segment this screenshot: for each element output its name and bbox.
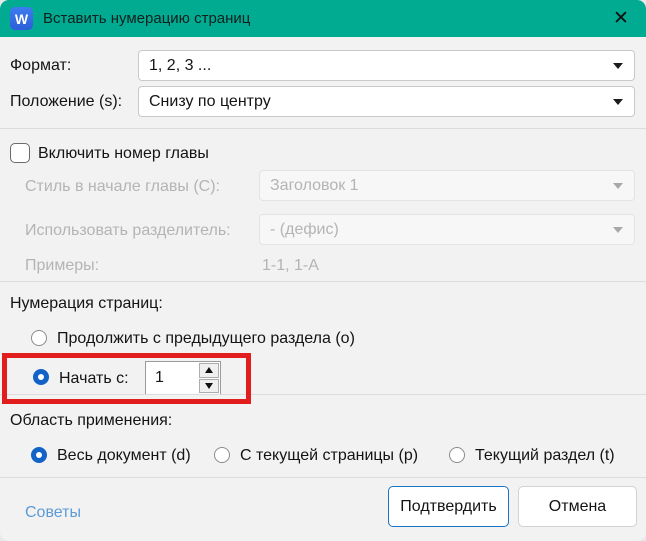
separator-select: - (дефис) [259,214,635,245]
scope-section-label: Область применения: [10,412,173,429]
continue-from-previous-radio[interactable] [31,330,47,346]
divider [0,477,646,478]
whole-document-radio[interactable] [31,447,47,463]
wps-writer-icon: W [10,7,33,30]
from-current-page-radio[interactable] [214,447,230,463]
divider [0,128,646,129]
from-current-page-label[interactable]: С текущей страницы (p) [240,447,418,465]
chevron-down-icon [613,227,623,233]
chapter-style-select: Заголовок 1 [259,170,635,201]
include-chapter-number-checkbox[interactable] [10,143,30,163]
chevron-down-icon [613,183,623,189]
cancel-button[interactable]: Отмена [518,486,637,527]
position-select[interactable]: Снизу по центру [138,86,635,117]
examples-value: 1-1, 1-A [262,257,319,274]
confirm-button[interactable]: Подтвердить [388,486,509,527]
chevron-down-icon [613,99,623,105]
format-label: Формат: [10,57,72,74]
divider [0,281,646,282]
close-icon[interactable]: ✕ [606,4,636,34]
annotation-rectangle [2,353,251,404]
examples-label: Примеры: [25,257,100,274]
include-chapter-number-label: Включить номер главы [38,145,209,162]
page-numbering-section-label: Нумерация страниц: [10,295,163,312]
current-section-radio[interactable] [449,447,465,463]
format-select-value: 1, 2, 3 ... [149,56,212,74]
separator-label: Использовать разделитель: [25,222,231,239]
title-bar: W Вставить нумерацию страниц ✕ [0,0,646,37]
tips-link[interactable]: Советы [25,504,81,522]
chapter-style-select-value: Заголовок 1 [270,176,359,194]
position-label: Положение (s): [10,93,123,110]
insert-page-numbering-dialog: W Вставить нумерацию страниц ✕ Формат: 1… [0,0,646,541]
current-section-label[interactable]: Текущий раздел (t) [475,447,615,465]
separator-select-value: - (дефис) [270,220,339,238]
chapter-style-label: Стиль в начале главы (C): [25,178,220,195]
format-select[interactable]: 1, 2, 3 ... [138,50,635,81]
position-select-value: Снизу по центру [149,92,271,110]
whole-document-label[interactable]: Весь документ (d) [57,447,191,465]
dialog-title: Вставить нумерацию страниц [43,10,251,27]
chevron-down-icon [613,63,623,69]
continue-from-previous-label[interactable]: Продолжить с предыдущего раздела (o) [57,330,355,348]
